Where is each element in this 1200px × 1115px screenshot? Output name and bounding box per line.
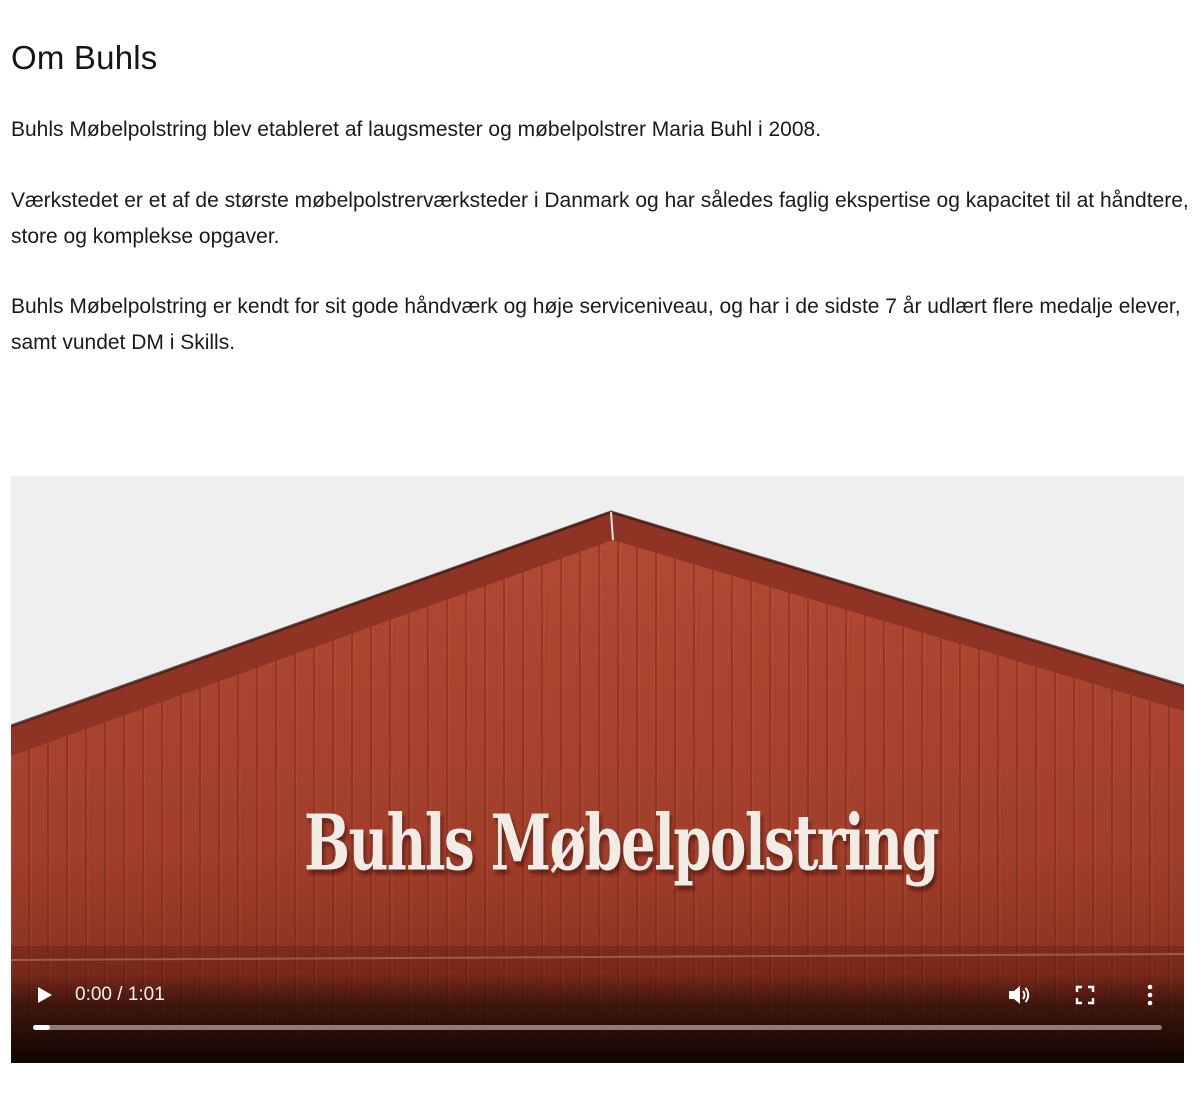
play-icon xyxy=(38,987,52,1003)
progress-fill xyxy=(33,1025,50,1030)
sign-lettering: Buhls Møbelpolstring xyxy=(303,796,940,889)
more-options-button[interactable] xyxy=(1136,981,1164,1009)
progress-bar[interactable] xyxy=(33,1025,1162,1030)
intro-paragraph: Buhls Møbelpolstring blev etableret af l… xyxy=(11,118,822,141)
fullscreen-icon xyxy=(1075,985,1095,1005)
video-player[interactable]: Buhls Møbelpolstring 0:00 / 1:01 xyxy=(11,476,1184,1063)
time-display: 0:00 / 1:01 xyxy=(75,984,165,1005)
reputation-paragraph: Buhls Møbelpolstring er kendt for sit go… xyxy=(11,295,1181,354)
volume-button[interactable] xyxy=(1006,981,1034,1009)
volume-icon xyxy=(1009,986,1030,1004)
more-vertical-icon xyxy=(1147,984,1153,1006)
fullscreen-button[interactable] xyxy=(1071,981,1099,1009)
video-controls: 0:00 / 1:01 xyxy=(11,973,1184,1063)
workshop-paragraph: Værkstedet er et af de største møbelpols… xyxy=(11,189,1189,248)
page-title: Om Buhls xyxy=(11,39,158,76)
play-button[interactable] xyxy=(31,981,59,1009)
